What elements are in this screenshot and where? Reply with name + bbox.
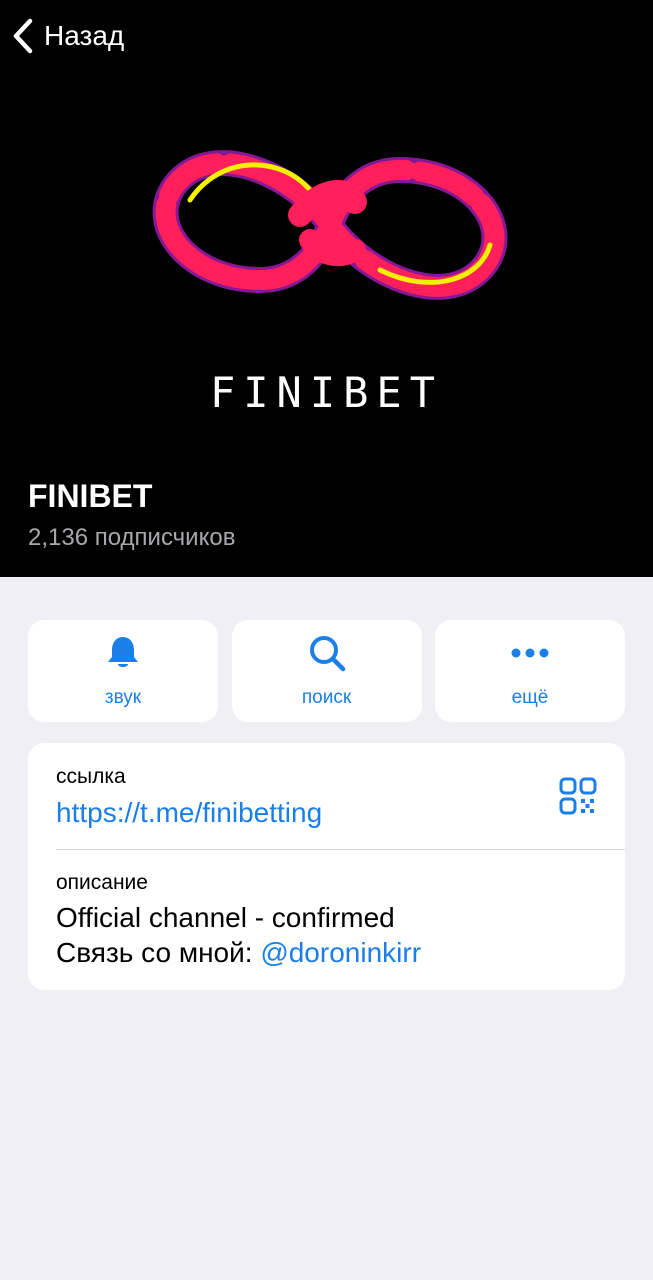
more-dots-icon xyxy=(511,648,549,658)
logo-wordmark: FINIBET xyxy=(209,368,443,417)
search-button[interactable]: поиск xyxy=(231,620,422,722)
channel-info-card: ссылка https://t.me/finibetting описание… xyxy=(28,743,625,990)
description-line-2: Связь со мной: @doroninkirr xyxy=(56,937,421,969)
chevron-left-icon xyxy=(13,18,33,54)
qr-code-icon[interactable] xyxy=(559,777,597,815)
infinity-logo-icon xyxy=(152,150,508,300)
sound-button[interactable]: звук xyxy=(28,620,218,722)
channel-link[interactable]: https://t.me/finibetting xyxy=(56,797,322,829)
bell-icon xyxy=(108,637,138,667)
sound-label: звук xyxy=(104,687,142,708)
subscriber-count: 2,136 подписчиков xyxy=(28,524,236,551)
contact-mention-link[interactable]: @doroninkirr xyxy=(260,937,421,968)
description-label: описание xyxy=(56,871,148,894)
more-button[interactable]: ещё xyxy=(435,620,625,722)
search-icon xyxy=(309,636,345,672)
divider xyxy=(56,849,625,850)
back-label: Назад xyxy=(44,20,125,51)
search-label: поиск xyxy=(301,687,352,708)
action-bar: звук поиск ещё xyxy=(28,620,625,722)
description-contact-prefix: Связь со мной: xyxy=(56,937,261,968)
back-button[interactable]: Назад xyxy=(12,18,124,54)
channel-title: FINIBET xyxy=(28,478,153,514)
channel-header: Назад FINIBET FINIBET 2,136 подписчиков xyxy=(0,0,653,577)
description-line-1: Official channel - confirmed xyxy=(56,902,395,933)
link-label: ссылка xyxy=(56,765,126,788)
more-label: ещё xyxy=(511,687,549,708)
link-row[interactable]: ссылка https://t.me/finibetting xyxy=(28,743,625,849)
